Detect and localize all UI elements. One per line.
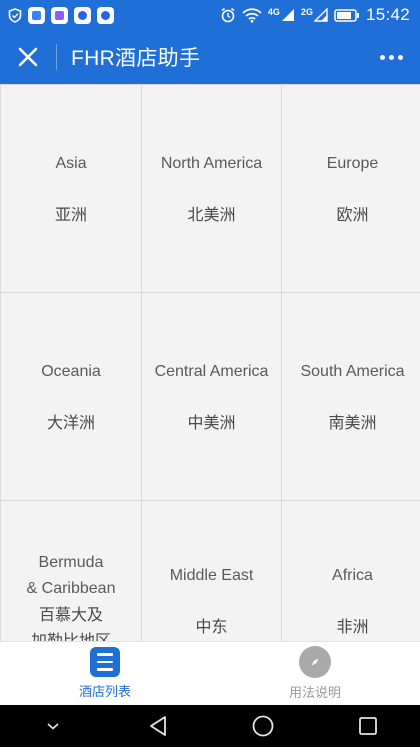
battery-icon — [334, 8, 360, 22]
more-options-button[interactable] — [362, 30, 420, 84]
region-grid: Asia 亚洲 North America 北美洲 Europe 欧洲 Ocea… — [0, 84, 420, 641]
close-icon — [18, 47, 38, 67]
recents-square-icon — [358, 717, 377, 735]
home-circle-icon — [252, 715, 273, 737]
back-button[interactable] — [128, 705, 188, 747]
network-type-label: 4G — [267, 7, 280, 17]
status-bar: 4G 2G 15:42 — [0, 0, 420, 30]
region-chinese-name: 大洋洲 — [46, 412, 95, 432]
app-header: FHR酒店助手 — [0, 30, 420, 84]
more-dots-icon — [388, 54, 394, 60]
chevron-down-icon — [46, 723, 59, 730]
home-button[interactable] — [233, 705, 293, 747]
region-english-name: Oceania — [41, 362, 101, 380]
region-english-name: North America — [160, 154, 263, 172]
region-english-name: Asia — [55, 154, 87, 172]
status-system-icons: 4G 2G 15:42 — [220, 5, 410, 25]
region-english-name: Europe — [326, 154, 379, 172]
hotel-list-icon — [90, 647, 120, 677]
region-cell-central-america[interactable]: Central America 中美洲 — [142, 293, 281, 500]
header-divider — [56, 44, 57, 70]
more-dots-icon — [379, 54, 385, 60]
region-chinese-name: 非洲 — [336, 617, 369, 636]
region-english-name: South America — [300, 362, 405, 380]
region-english-name: Bermuda & Caribbean — [26, 554, 116, 597]
signal-icon: 4G — [268, 8, 295, 22]
paw-icon — [97, 6, 114, 24]
region-cell-middle-east[interactable]: Middle East 中东 — [142, 501, 281, 641]
tab-hotel-list[interactable]: 酒店列表 — [0, 642, 210, 705]
tab-label: 用法说明 — [288, 686, 341, 701]
more-dots-icon — [397, 54, 403, 60]
region-cell-south-america[interactable]: South America 南美洲 — [282, 293, 420, 500]
status-time: 15:42 — [365, 5, 410, 24]
signal-icon: 2G — [301, 8, 328, 22]
back-triangle-icon — [149, 716, 166, 736]
app-notification-icon — [51, 6, 68, 24]
region-cell-north-america[interactable]: North America 北美洲 — [142, 85, 281, 292]
region-cell-bermuda-caribbean[interactable]: Bermuda & Caribbean 百慕大及 加勒比地区 — [1, 501, 141, 641]
region-english-name: Africa — [332, 567, 373, 584]
region-cell-africa[interactable]: Africa 非洲 — [282, 501, 420, 641]
network-type-label: 2G — [300, 7, 313, 17]
shield-icon — [8, 7, 22, 23]
region-chinese-name: 中美洲 — [187, 412, 236, 432]
alarm-icon — [220, 7, 236, 23]
app-notification-icon — [28, 6, 45, 24]
recents-button[interactable] — [338, 705, 398, 747]
tab-usage-guide[interactable]: 用法说明 — [210, 642, 420, 705]
wifi-icon — [242, 7, 262, 23]
status-notification-icons — [8, 6, 114, 24]
paw-icon — [74, 6, 91, 24]
region-english-name: Central America — [154, 362, 269, 380]
region-english-name: Middle East — [169, 567, 254, 584]
region-cell-asia[interactable]: Asia 亚洲 — [1, 85, 141, 292]
page-title: FHR酒店助手 — [71, 47, 201, 70]
system-nav-bar — [0, 705, 420, 747]
region-chinese-name: 北美洲 — [187, 204, 236, 224]
region-chinese-name: 亚洲 — [54, 204, 87, 224]
region-chinese-name: 欧洲 — [336, 204, 369, 224]
region-chinese-name: 百慕大及 加勒比地区 — [30, 605, 111, 641]
close-button[interactable] — [0, 30, 56, 84]
region-chinese-name: 南美洲 — [328, 412, 377, 432]
region-cell-oceania[interactable]: Oceania 大洋洲 — [1, 293, 141, 500]
bottom-tab-bar: 酒店列表 用法说明 — [0, 641, 420, 705]
compass-icon — [299, 646, 331, 678]
collapse-button[interactable] — [23, 705, 83, 747]
region-chinese-name: 中东 — [195, 617, 228, 636]
region-cell-europe[interactable]: Europe 欧洲 — [282, 85, 420, 292]
tab-label: 酒店列表 — [78, 685, 131, 700]
